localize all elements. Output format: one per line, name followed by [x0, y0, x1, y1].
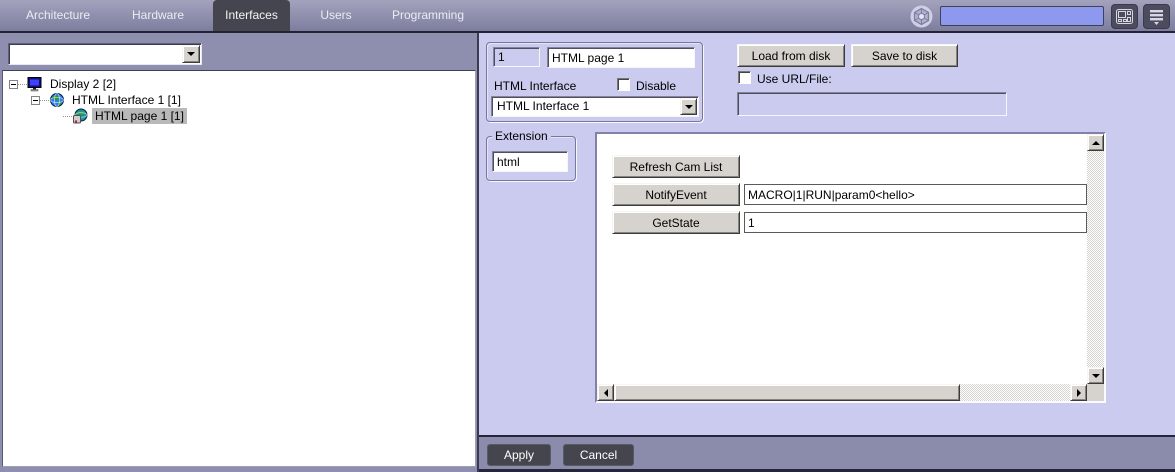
- url-file-field[interactable]: [737, 92, 1007, 116]
- globe-page-icon: [72, 108, 88, 124]
- refresh-cam-list-button[interactable]: Refresh Cam List: [612, 155, 740, 178]
- tree-item-label[interactable]: HTML Interface 1 [1]: [69, 92, 184, 108]
- tree-item-label[interactable]: Display 2 [2]: [47, 76, 119, 92]
- use-url-checkbox[interactable]: [738, 71, 751, 84]
- object-name-field[interactable]: [547, 47, 695, 68]
- horizontal-scroll-thumb[interactable]: [614, 384, 960, 401]
- tab-interfaces[interactable]: Interfaces: [213, 0, 290, 31]
- html-page-preview: Refresh Cam List NotifyEvent GetState: [595, 132, 1106, 403]
- collapse-icon[interactable]: [9, 80, 18, 89]
- toolbar-search-input[interactable]: [940, 6, 1104, 26]
- tree-connector: [18, 84, 27, 85]
- use-url-label: Use URL/File:: [757, 72, 832, 86]
- tree-connector: [40, 100, 49, 101]
- horizontal-scrollbar[interactable]: [597, 384, 1087, 401]
- monitor-icon: [27, 76, 43, 92]
- object-tree: Display 2 [2] HTML Interface 1 [1]: [2, 70, 476, 467]
- notify-event-button[interactable]: NotifyEvent: [612, 183, 740, 206]
- tree-connector: [63, 116, 72, 117]
- horizontal-scroll-track[interactable]: [960, 384, 1070, 401]
- vertical-scroll-track[interactable]: [1087, 151, 1104, 367]
- get-state-button[interactable]: GetState: [612, 211, 740, 234]
- interface-select[interactable]: HTML Interface 1: [491, 96, 699, 117]
- globe-icon: [49, 92, 65, 108]
- interface-label: HTML Interface: [494, 79, 576, 93]
- action-bar: Apply Cancel: [479, 435, 1175, 472]
- extension-label: Extension: [492, 129, 551, 143]
- chevron-down-icon[interactable]: [680, 98, 697, 115]
- tree-filter-input[interactable]: [11, 46, 181, 62]
- tab-architecture[interactable]: Architecture: [6, 0, 110, 31]
- scrollbar-corner: [1087, 384, 1104, 401]
- top-toolbar: Architecture Hardware Interfaces Users P…: [0, 0, 1175, 33]
- tab-programming[interactable]: Programming: [380, 0, 476, 31]
- extension-field[interactable]: [492, 151, 568, 172]
- scroll-down-icon[interactable]: [1087, 367, 1104, 384]
- scroll-right-icon[interactable]: [1070, 384, 1087, 401]
- identification-groupbox: HTML Interface Disable HTML Interface 1: [486, 42, 703, 122]
- extension-groupbox: Extension: [486, 136, 576, 181]
- app-logo-icon[interactable]: [910, 5, 933, 28]
- scroll-up-icon[interactable]: [1087, 134, 1104, 151]
- vertical-scrollbar[interactable]: [1087, 134, 1104, 384]
- tree-row-html-interface[interactable]: HTML Interface 1 [1]: [31, 92, 475, 108]
- disable-label: Disable: [636, 79, 676, 93]
- load-from-disk-button[interactable]: Load from disk: [737, 44, 845, 67]
- scroll-left-icon[interactable]: [597, 384, 614, 401]
- tree-row-display[interactable]: Display 2 [2]: [9, 76, 475, 92]
- get-state-field[interactable]: [744, 212, 1087, 233]
- notify-event-field[interactable]: [744, 184, 1087, 205]
- tree-item-label-selected[interactable]: HTML page 1 [1]: [92, 108, 187, 124]
- settings-panel: HTML Interface Disable HTML Interface 1 …: [479, 33, 1175, 472]
- apply-button[interactable]: Apply: [487, 444, 551, 466]
- cancel-button[interactable]: Cancel: [563, 444, 634, 466]
- collapse-icon[interactable]: [31, 96, 40, 105]
- tree-row-html-page[interactable]: HTML page 1 [1]: [63, 108, 475, 124]
- tab-users[interactable]: Users: [298, 0, 374, 31]
- tab-hardware[interactable]: Hardware: [110, 0, 206, 31]
- save-to-disk-button[interactable]: Save to disk: [851, 44, 958, 67]
- object-tree-panel: Display 2 [2] HTML Interface 1 [1]: [0, 33, 479, 472]
- object-id-field[interactable]: [493, 47, 540, 67]
- interface-select-value: HTML Interface 1: [497, 99, 589, 113]
- disable-checkbox[interactable]: [617, 78, 630, 91]
- screens-layout-icon[interactable]: [1111, 4, 1138, 29]
- tree-filter-combobox[interactable]: [8, 43, 202, 65]
- menu-icon[interactable]: [1143, 4, 1170, 29]
- tree-filter-dropdown-button[interactable]: [182, 45, 200, 63]
